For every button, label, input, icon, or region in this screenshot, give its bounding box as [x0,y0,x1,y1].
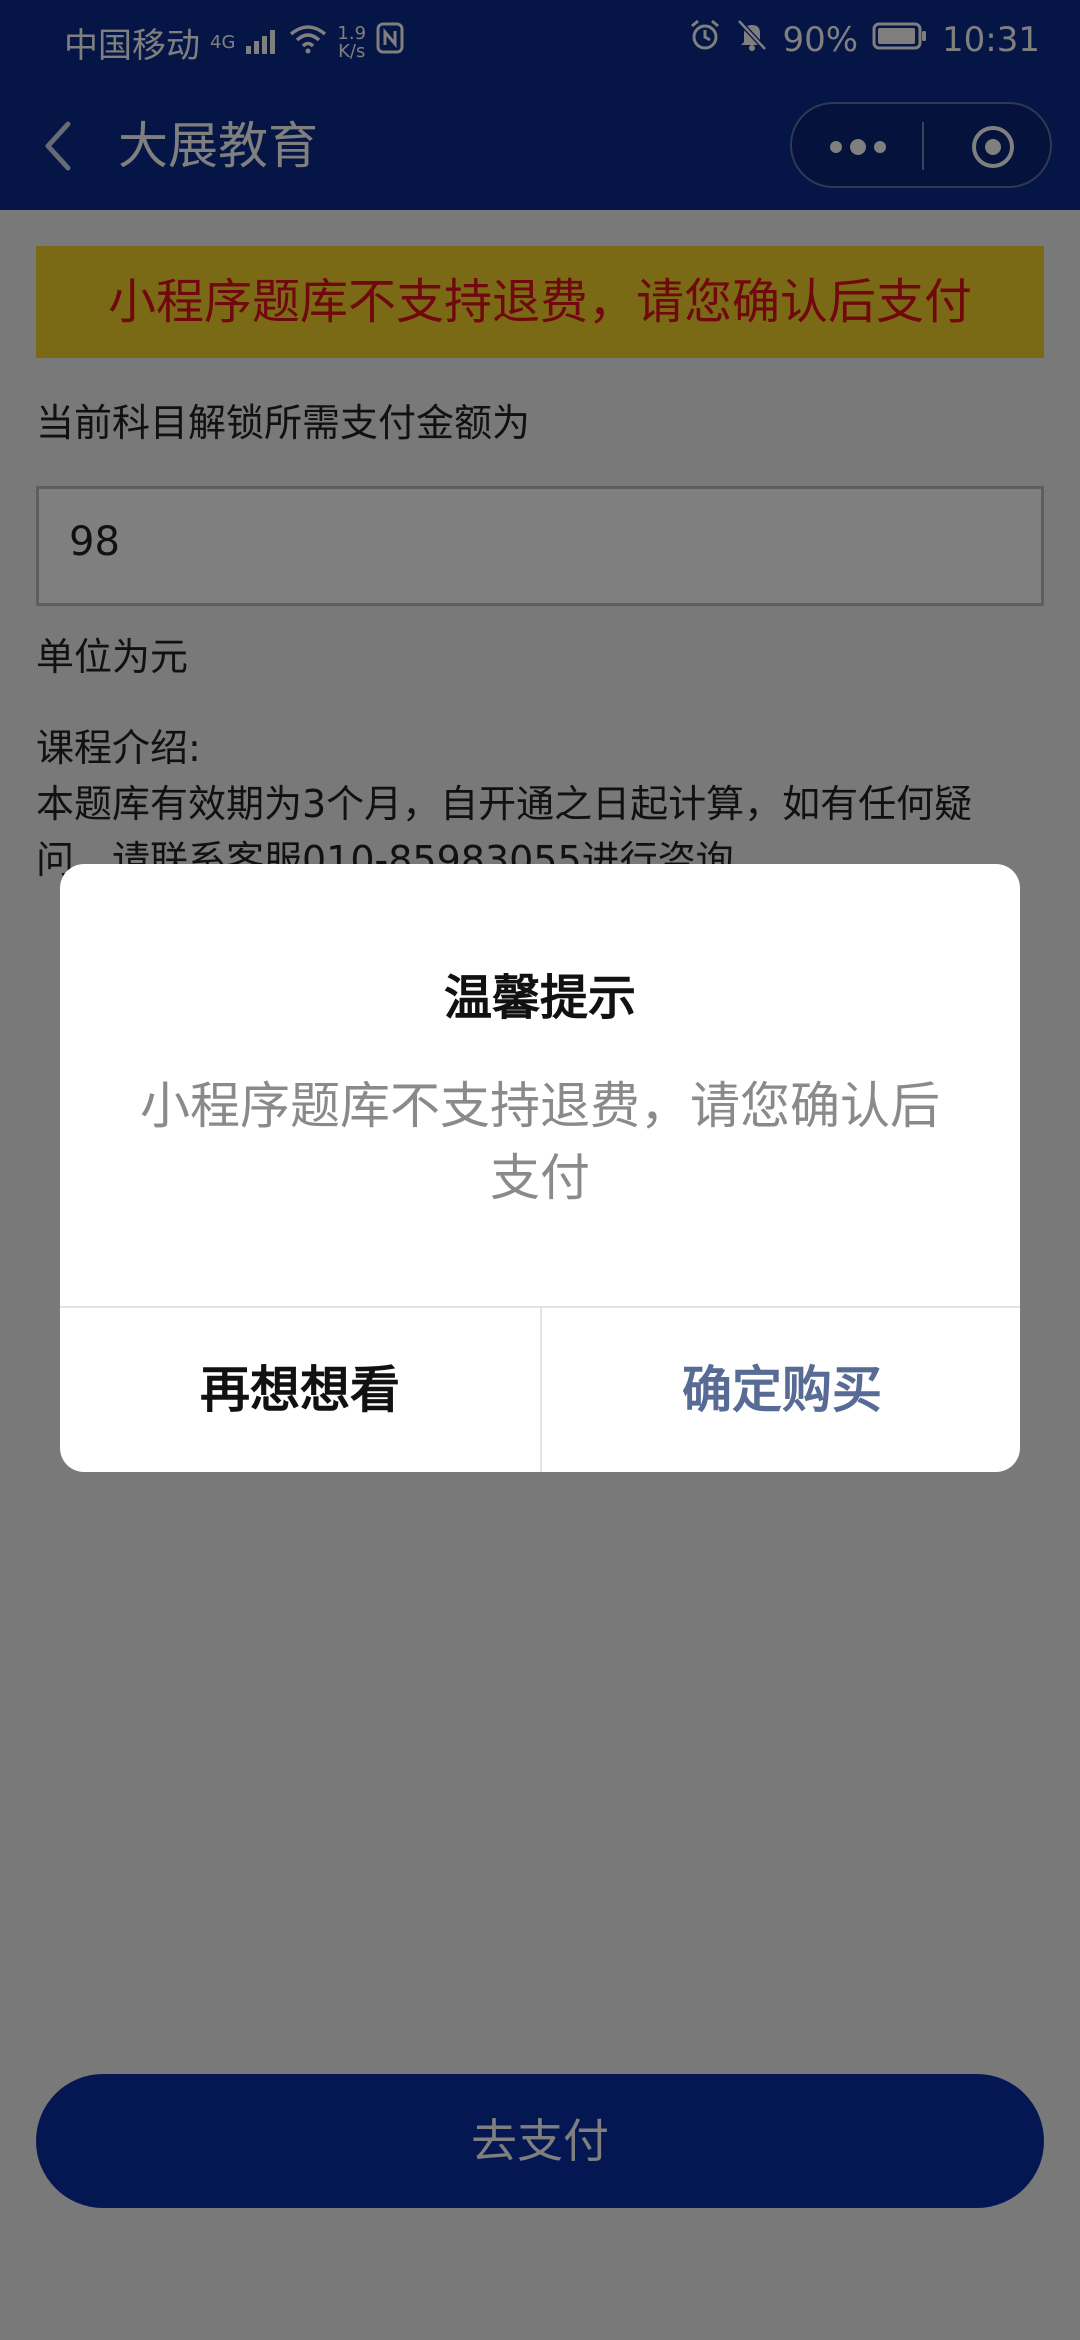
dialog-title: 温馨提示 [443,970,636,1026]
cancel-button[interactable]: 再想想看 [60,1308,540,1472]
confirm-dialog: 温馨提示 小程序题库不支持退费，请您确认后支付 再想想看 确定购买 [60,864,1020,1472]
confirm-purchase-button[interactable]: 确定购买 [542,1308,1020,1472]
dialog-message: 小程序题库不支持退费，请您确认后支付 [140,1077,940,1207]
